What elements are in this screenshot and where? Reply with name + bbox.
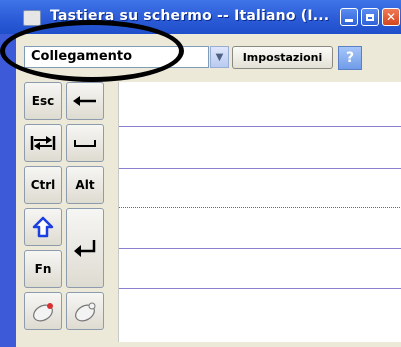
fn-key[interactable]: Fn <box>24 250 62 288</box>
osk-window: Tastiera su schermo -- Italiano (I... ✕ … <box>0 0 401 347</box>
close-button[interactable]: ✕ <box>382 8 400 26</box>
title-bar[interactable]: Tastiera su schermo -- Italiano (I... ✕ <box>0 0 401 34</box>
mode-dropdown-arrow[interactable]: ▼ <box>210 46 229 68</box>
close-icon: ✕ <box>385 10 397 24</box>
settings-button[interactable]: Impostazioni <box>232 46 333 69</box>
help-button[interactable]: ? <box>338 46 362 70</box>
maximize-icon <box>366 13 374 21</box>
mouse-right-icon <box>75 302 96 322</box>
window-title: Tastiera su schermo -- Italiano (I... <box>50 8 330 24</box>
mouse-right-click-key[interactable] <box>66 292 104 330</box>
backspace-key[interactable] <box>66 82 104 120</box>
dotted-guide-line <box>119 207 401 208</box>
divider-line <box>119 248 401 249</box>
enter-key[interactable] <box>66 208 104 288</box>
ctrl-key[interactable]: Ctrl <box>24 166 62 204</box>
minimize-button[interactable] <box>340 8 358 26</box>
mode-dropdown-value: Collegamento <box>31 49 133 64</box>
divider-line <box>119 126 401 127</box>
chevron-down-icon: ▼ <box>215 51 224 63</box>
shift-up-arrow-icon <box>32 216 54 238</box>
tab-icon <box>30 136 56 150</box>
keyboard-app-icon <box>23 10 41 26</box>
client-area: Collegamento ▼ Impostazioni ? Esc Ctrl A… <box>16 34 401 347</box>
left-arrow-icon <box>73 96 96 106</box>
shift-key[interactable] <box>24 208 62 246</box>
esc-key[interactable]: Esc <box>24 82 62 120</box>
keys-panel: Esc Ctrl Alt Fn <box>24 82 116 344</box>
divider-line <box>119 168 401 169</box>
enter-icon <box>74 240 96 257</box>
minimize-icon <box>345 18 353 22</box>
divider-line <box>119 288 401 289</box>
mouse-left-icon <box>33 303 53 322</box>
help-icon: ? <box>345 50 355 66</box>
alt-key[interactable]: Alt <box>66 166 104 204</box>
toolbar: Collegamento ▼ Impostazioni ? <box>16 34 401 78</box>
space-key[interactable] <box>66 124 104 162</box>
mouse-left-click-key[interactable] <box>24 292 62 330</box>
mode-dropdown[interactable]: Collegamento <box>24 46 209 68</box>
maximize-button[interactable] <box>361 8 379 26</box>
prediction-area[interactable] <box>118 82 401 342</box>
tab-key[interactable] <box>24 124 62 162</box>
space-icon <box>74 140 96 147</box>
